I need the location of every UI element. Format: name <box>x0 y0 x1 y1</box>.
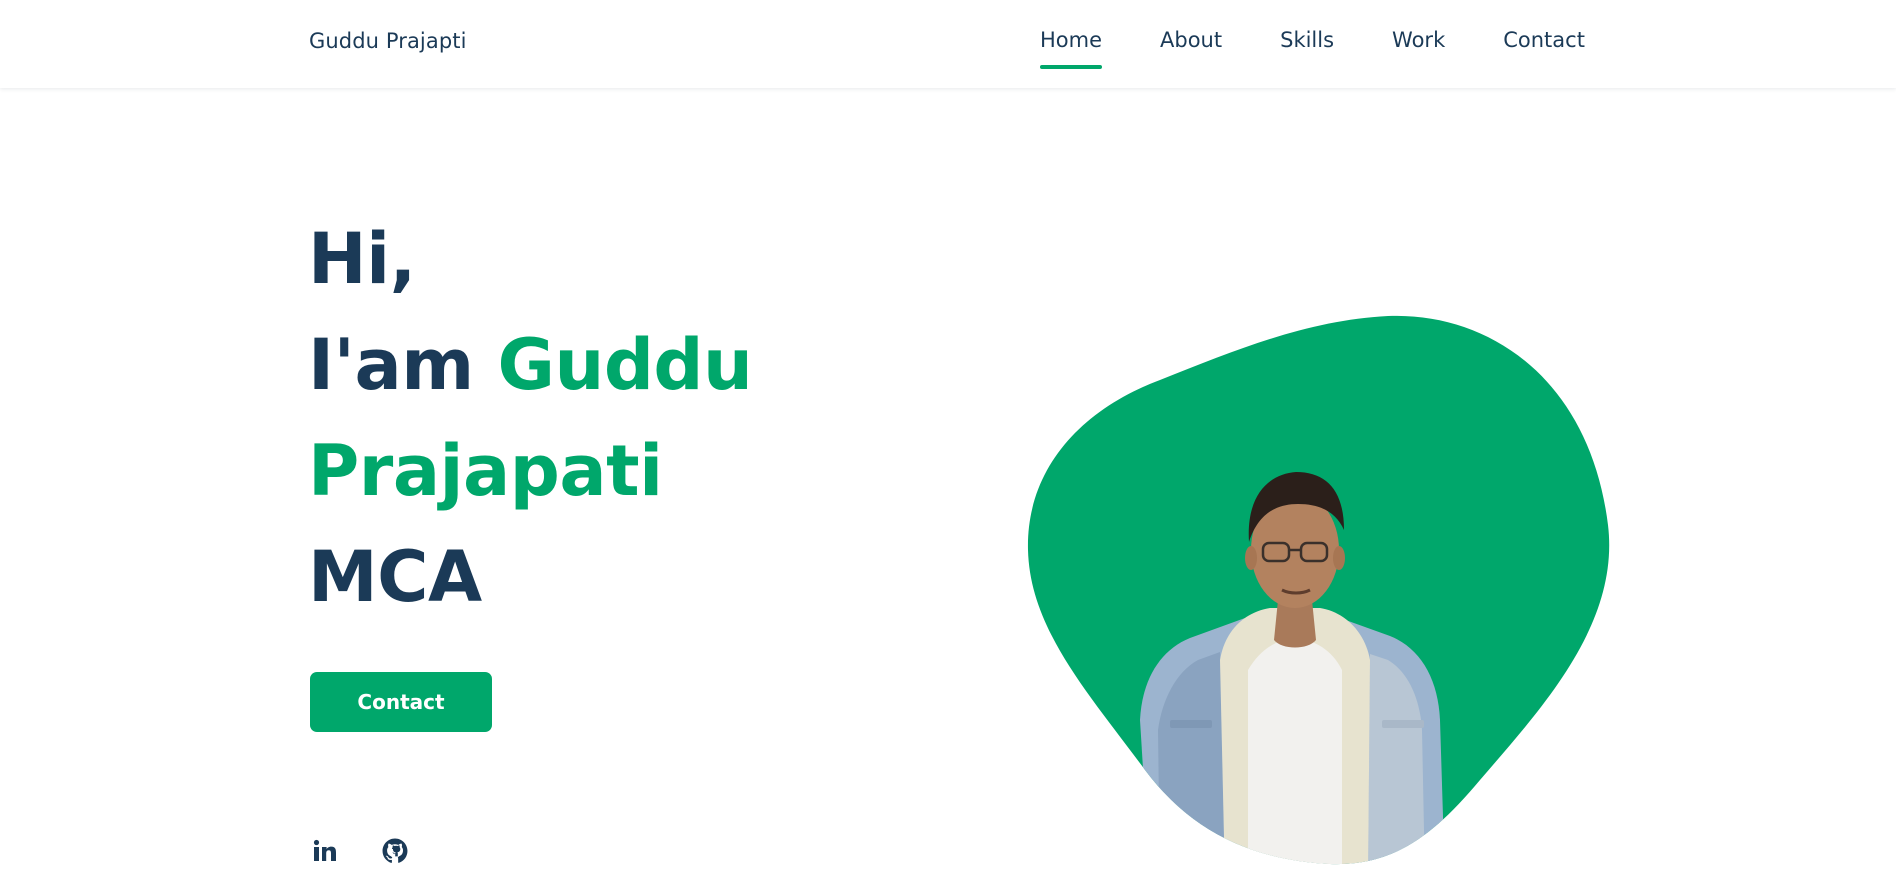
linkedin-link[interactable] <box>311 836 339 866</box>
hero-last-name: Prajapati <box>308 430 663 512</box>
contact-button[interactable]: Contact <box>310 672 492 732</box>
social-links <box>311 836 451 866</box>
hero-intro: I'am <box>308 324 474 406</box>
github-icon <box>382 838 408 863</box>
main-nav: Home About Skills Work Contact <box>1040 28 1585 69</box>
linkedin-icon <box>313 839 336 861</box>
hero-intro-line: I'am Guddu <box>308 312 753 418</box>
hero-degree: MCA <box>308 536 482 618</box>
github-link[interactable] <box>381 836 409 866</box>
site-logo[interactable]: Guddu Prajapti <box>309 29 467 53</box>
hero-first-name: Guddu <box>497 324 753 406</box>
nav-work[interactable]: Work <box>1392 28 1445 52</box>
hero-title: Hi, I'am Guddu Prajapati MCA <box>308 206 753 630</box>
nav-contact[interactable]: Contact <box>1503 28 1585 52</box>
nav-skills[interactable]: Skills <box>1280 28 1334 52</box>
nav-home[interactable]: Home <box>1040 28 1103 69</box>
site-header: Guddu Prajapti Home About Skills Work Co… <box>0 0 1896 88</box>
hero-greeting: Hi, <box>308 218 416 300</box>
hero-blob-illustration <box>1027 315 1610 865</box>
hero-image-area <box>1020 300 1620 881</box>
nav-about[interactable]: About <box>1160 28 1222 52</box>
